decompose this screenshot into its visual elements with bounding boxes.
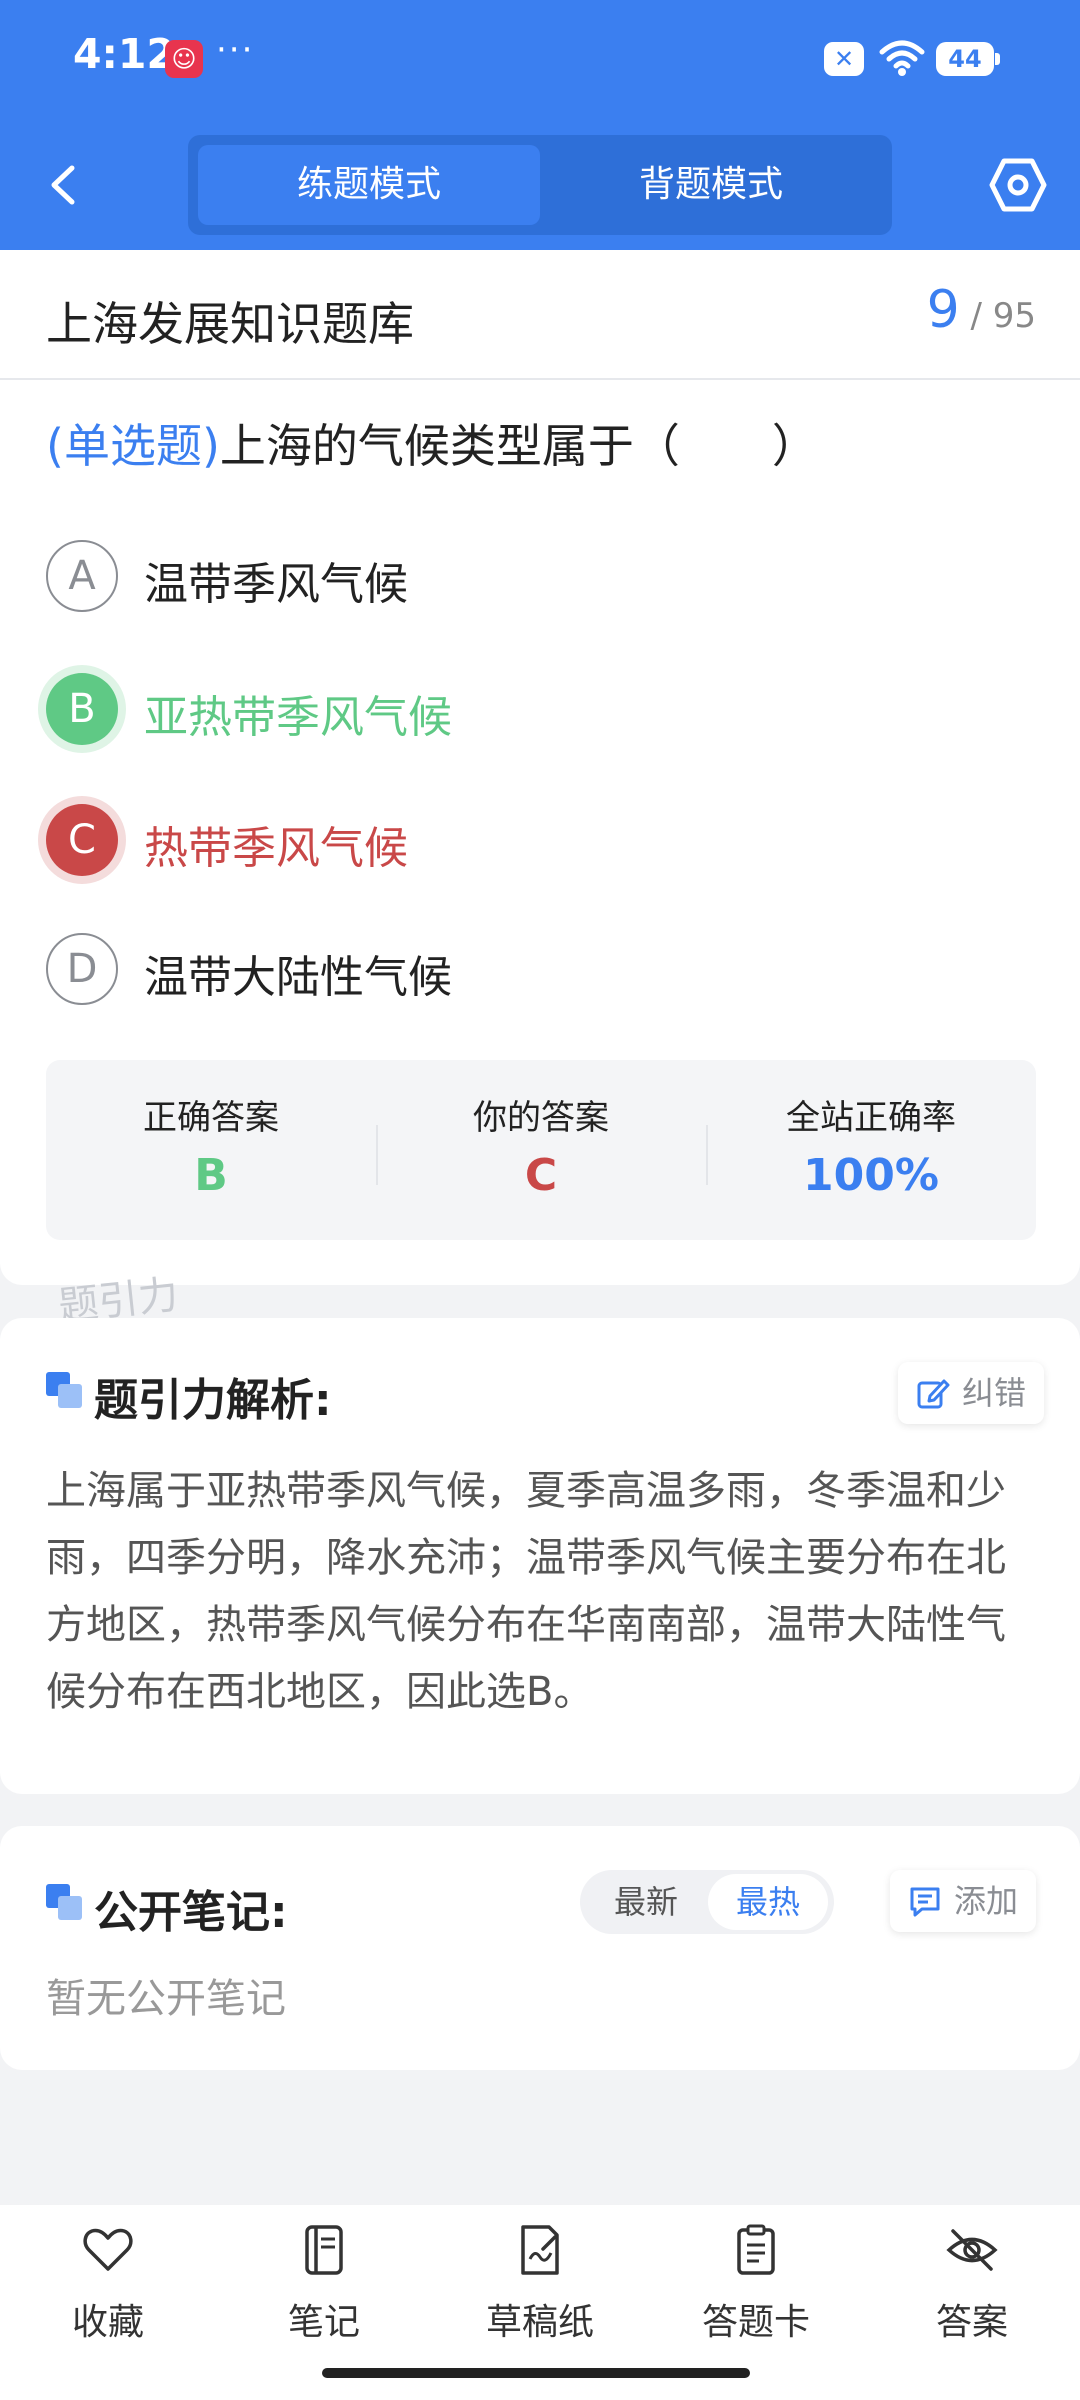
settings-icon[interactable] — [988, 155, 1048, 215]
eye-off-icon — [946, 2229, 998, 2271]
stat-your-answer: 你的答案 C — [376, 1060, 706, 1240]
sort-latest-button[interactable]: 最新 — [586, 1874, 706, 1930]
nav-label: 草稿纸 — [485, 2302, 594, 2343]
progress-total: / 95 — [970, 296, 1036, 336]
question-card: 上海发展知识题库 9 / 95 (单选题)上海的气候类型属于（ ） A 温带季风… — [0, 250, 1080, 1285]
comment-icon — [910, 1887, 940, 1917]
option-d[interactable]: D 温带大陆性气候 — [46, 933, 1026, 1007]
notebook-icon — [305, 2225, 343, 2275]
heart-icon — [83, 2228, 133, 2271]
option-a[interactable]: A 温带季风气候 — [46, 540, 1026, 614]
stat-value: C — [524, 1150, 558, 1201]
answer-stats-panel: 正确答案 B 你的答案 C 全站正确率 100% — [46, 1060, 1036, 1240]
tab-memorize-mode[interactable]: 背题模式 — [540, 145, 882, 225]
stat-value: B — [194, 1150, 228, 1201]
answer-sheet-icon — [737, 2224, 775, 2275]
home-indicator[interactable] — [322, 2368, 750, 2378]
draft-icon — [521, 2225, 559, 2275]
nav-label: 答题卡 — [701, 2302, 810, 2343]
nav-label: 笔记 — [287, 2302, 360, 2343]
option-letter: C — [46, 804, 118, 876]
sort-hot-button[interactable]: 最热 — [708, 1874, 828, 1930]
wifi-icon — [879, 40, 925, 76]
question-progress: 9 / 95 — [927, 280, 1036, 340]
option-letter: D — [46, 933, 118, 1005]
analysis-title: 题引力解析: — [94, 1375, 332, 1426]
add-note-button[interactable]: 添加 — [890, 1870, 1037, 1932]
report-error-button[interactable]: 纠错 — [898, 1362, 1045, 1424]
more-notifications-icon: ··· — [216, 30, 255, 70]
question-stem: (单选题)上海的气候类型属于（ ） — [46, 410, 818, 476]
status-bar: 4:12 ☺ ··· ✕ 44 — [0, 0, 1080, 120]
stat-value: 100% — [803, 1150, 939, 1201]
back-icon[interactable] — [40, 160, 90, 210]
nav-notes[interactable]: 笔记 — [244, 2223, 404, 2363]
option-letter: A — [46, 540, 118, 612]
progress-current: 9 — [926, 280, 960, 340]
status-time: 4:12 — [73, 30, 175, 78]
nav-favorite[interactable]: 收藏 — [28, 2223, 188, 2363]
notes-title: 公开笔记: — [94, 1887, 288, 1938]
add-note-label: 添加 — [954, 1882, 1019, 1920]
option-text: 温带大陆性气候 — [144, 952, 452, 1003]
report-error-label: 纠错 — [962, 1374, 1027, 1412]
analysis-text: 上海属于亚热带季风气候，夏季高温多雨，冬季温和少雨，四季分明，降水充沛；温带季风… — [46, 1468, 1006, 1715]
option-c[interactable]: C 热带季风气候 — [46, 804, 1026, 878]
question-bank-title: 上海发展知识题库 — [46, 297, 414, 351]
battery-indicator: 44 — [936, 42, 1000, 76]
option-text: 亚热带季风气候 — [144, 692, 452, 743]
app-notification-icon: ☺ — [165, 40, 203, 78]
stat-label: 全站正确率 — [786, 1098, 956, 1138]
top-header: 4:12 ☺ ··· ✕ 44 练题模式 背题模式 — [0, 0, 1080, 250]
nav-draft-paper[interactable]: 草稿纸 — [460, 2223, 620, 2363]
question-type: (单选题) — [46, 419, 220, 473]
stat-accuracy: 全站正确率 100% — [706, 1060, 1036, 1240]
option-text: 温带季风气候 — [144, 559, 408, 610]
section-icon — [46, 1884, 82, 1920]
tab-practice-mode[interactable]: 练题模式 — [198, 145, 540, 225]
nav-answer-sheet[interactable]: 答题卡 — [676, 2223, 836, 2363]
edit-icon — [917, 1379, 950, 1409]
question-text: 上海的气候类型属于（ ） — [219, 419, 818, 473]
stat-label: 你的答案 — [473, 1098, 609, 1138]
nav-label: 答案 — [935, 2302, 1008, 2343]
notes-sort-switch: 最新 最热 — [580, 1870, 834, 1934]
stat-label: 正确答案 — [143, 1098, 279, 1138]
question-bank-header: 上海发展知识题库 9 / 95 — [0, 250, 1080, 380]
option-letter: B — [46, 673, 118, 745]
stat-correct-answer: 正确答案 B — [46, 1060, 376, 1240]
nav-label: 收藏 — [71, 2302, 144, 2343]
nav-answer[interactable]: 答案 — [892, 2223, 1052, 2363]
mode-switch: 练题模式 背题模式 — [188, 135, 892, 235]
option-b[interactable]: B 亚热带季风气候 — [46, 673, 1026, 747]
option-text: 热带季风气候 — [144, 823, 408, 874]
notes-empty-text: 暂无公开笔记 — [46, 1976, 286, 2022]
analysis-card: 题引力解析: 纠错 上海属于亚热带季风气候，夏季高温多雨，冬季温和少雨，四季分明… — [0, 1318, 1080, 1794]
public-notes-card: 公开笔记: 最新 最热 添加 暂无公开笔记 — [0, 1826, 1080, 2070]
notification-muted-icon: ✕ — [824, 42, 864, 76]
section-icon — [46, 1372, 82, 1408]
